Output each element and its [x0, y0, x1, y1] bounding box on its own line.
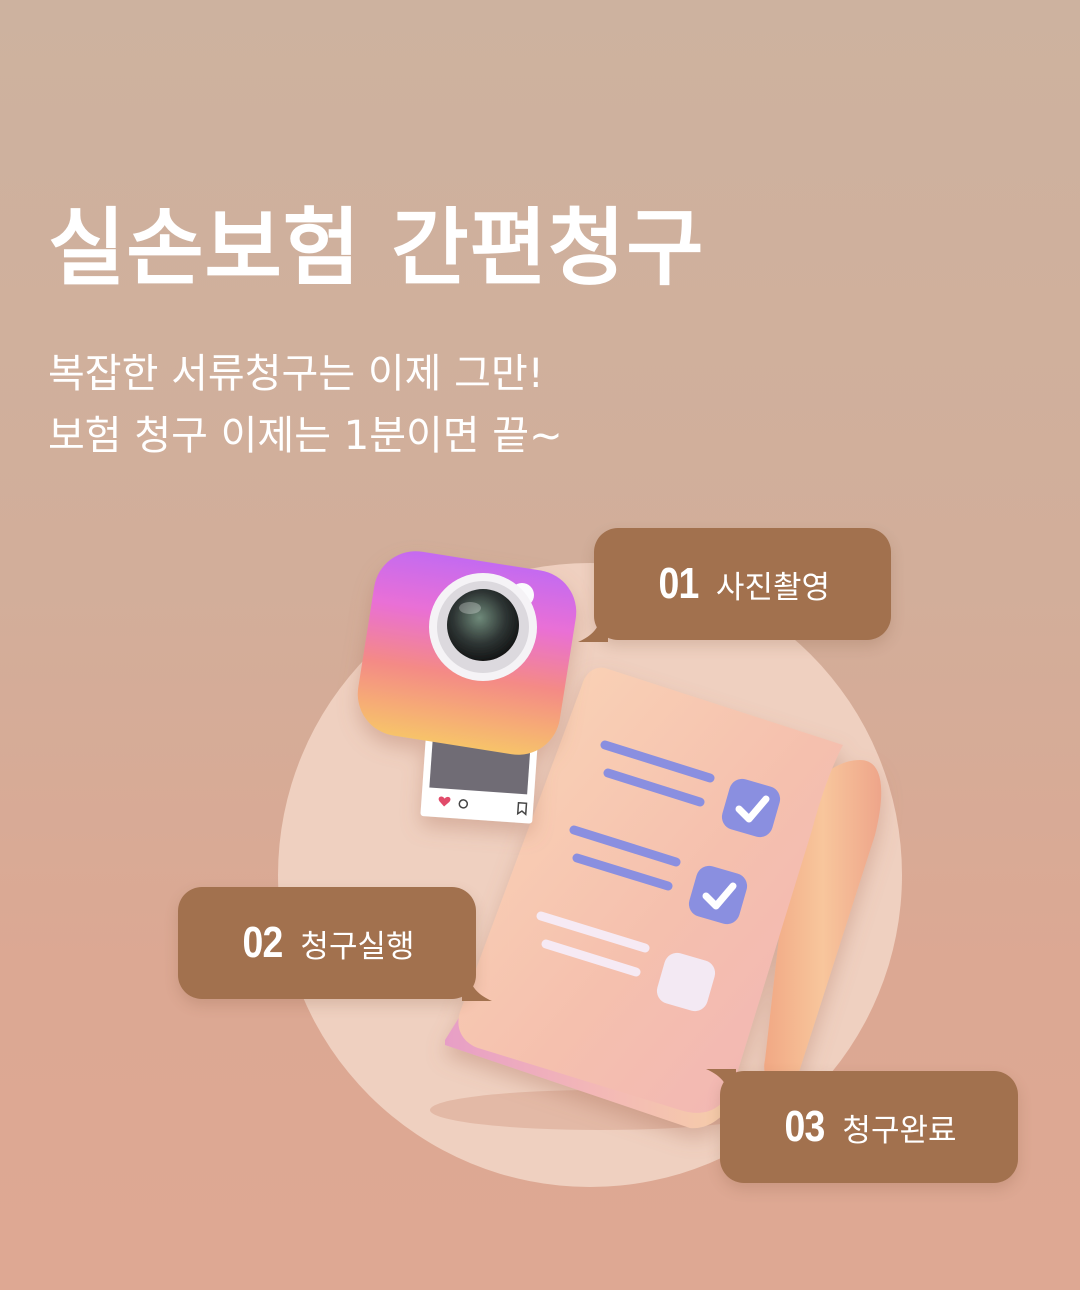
bubble-tail [706, 1069, 736, 1091]
page: 실손보험 간편청구 복잡한 서류청구는 이제 그만! 보험 청구 이제는 1분이… [0, 0, 1080, 1290]
bubble-tail [462, 979, 492, 1001]
step-2-number: 02 [242, 918, 284, 967]
step-1-number: 01 [658, 559, 699, 608]
step-2-label: 청구실행 [300, 928, 415, 965]
step-3-number: 03 [784, 1102, 826, 1151]
bubble-tail [578, 620, 608, 642]
step-2-bubble: 02 청구실행 [178, 887, 492, 1001]
step-1-label: 사진촬영 [715, 569, 831, 606]
step-1-bubble: 01 사진촬영 [578, 528, 891, 642]
step-3-bubble: 03 청구완료 [706, 1069, 1018, 1183]
step-3-label: 청구완료 [842, 1112, 957, 1149]
